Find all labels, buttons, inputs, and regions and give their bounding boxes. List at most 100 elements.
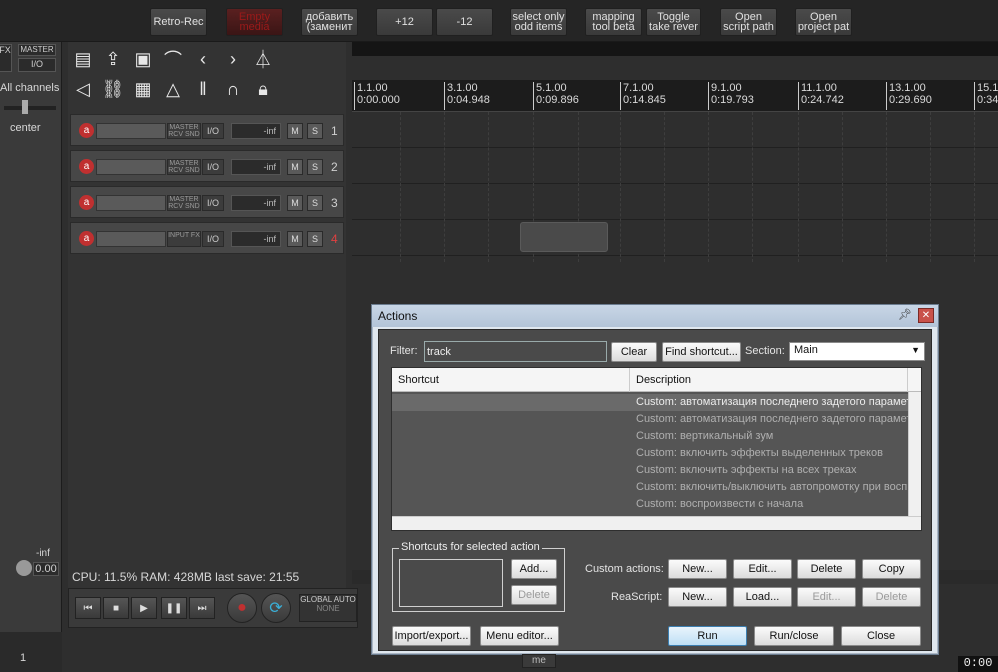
reascript-load-button[interactable]: Load... [733, 587, 792, 607]
shortcut-list[interactable] [399, 559, 503, 607]
toolbar-button-select-odd-items[interactable]: select only odd items [510, 8, 567, 36]
track-name-field[interactable] [96, 195, 166, 211]
go-to-start-button[interactable]: ⏮ [75, 597, 101, 619]
list-item[interactable]: Custom: автоматизация последнего задетог… [392, 411, 909, 428]
record-arm-button[interactable]: a [79, 231, 94, 246]
mute-button[interactable]: M [287, 231, 303, 247]
envelope-icon[interactable]: △ [160, 76, 186, 102]
track-io-button[interactable]: I/O [202, 195, 224, 211]
track-row[interactable]: a MASTER RCV SND I/O -inf M S 2 [70, 150, 344, 182]
toolbar-button-mapping-tool[interactable]: mapping tool beta [585, 8, 642, 36]
solo-button[interactable]: S [307, 123, 323, 139]
pin-icon[interactable]: 📌︎ [898, 308, 912, 322]
actions-list[interactable]: Shortcut Description Custom: автоматизац… [391, 367, 922, 531]
attach-icon[interactable]: ⌒ [160, 46, 186, 72]
play-button[interactable]: ▶ [131, 597, 157, 619]
track-name-field[interactable] [96, 159, 166, 175]
reascript-edit-button[interactable]: Edit... [797, 587, 856, 607]
toolbar-button-open-script-path[interactable]: Open script path [720, 8, 777, 36]
run-button[interactable]: Run [668, 626, 747, 646]
track-row[interactable]: a INPUT FX I/O -inf M S 4 [70, 222, 344, 254]
record-arm-button[interactable]: a [79, 159, 94, 174]
snap-icon[interactable]: ∩ [220, 76, 246, 102]
solo-button[interactable]: S [307, 231, 323, 247]
toolbar-button-toggle-take-reverse[interactable]: Toggle take rever [646, 8, 701, 36]
track-lane[interactable] [352, 184, 998, 220]
filter-input[interactable] [424, 341, 607, 362]
record-button[interactable]: ● [227, 593, 257, 623]
track-io-button[interactable]: I/O [202, 231, 224, 247]
list-item[interactable]: Custom: автоматизация последнего задетог… [392, 394, 909, 411]
stop-button[interactable]: ■ [103, 597, 129, 619]
select-tool-icon[interactable]: ◁ [70, 76, 96, 102]
mute-button[interactable]: M [287, 159, 303, 175]
delete-shortcut-button[interactable]: Delete [511, 585, 557, 605]
metronome-icon[interactable]: ⏃ [250, 46, 276, 72]
record-arm-button[interactable]: a [79, 195, 94, 210]
global-auto-panel[interactable]: GLOBAL AUTO NONE [299, 594, 357, 622]
list-vertical-scrollbar[interactable] [908, 392, 921, 516]
custom-copy-button[interactable]: Copy [862, 559, 921, 579]
track-row[interactable]: a MASTER RCV SND I/O -inf M S 3 [70, 186, 344, 218]
mute-button[interactable]: M [287, 195, 303, 211]
clear-button[interactable]: Clear [611, 342, 657, 362]
list-item[interactable]: Custom: воспроизвести с начала [392, 496, 909, 513]
track-io-button[interactable]: I/O [202, 159, 224, 175]
fx-button[interactable]: FX [0, 44, 12, 72]
list-item[interactable]: Custom: включить эффекты на всех треках [392, 462, 909, 479]
track-lane[interactable] [352, 112, 998, 148]
undo-icon[interactable]: ‹ [190, 46, 216, 72]
open-project-icon[interactable]: ⇪ [100, 46, 126, 72]
track-name-field[interactable] [96, 231, 166, 247]
timeline-ruler[interactable]: 1.1.00 0:00.000 3.1.00 0:04.948 5.1.00 0:09… [352, 80, 998, 112]
list-item[interactable]: Custom: включить эффекты выделенных трек… [392, 445, 909, 462]
reascript-new-button[interactable]: New... [668, 587, 727, 607]
run-close-button[interactable]: Run/close [754, 626, 834, 646]
toolbar-button-plus-12[interactable]: +12 [376, 8, 433, 36]
track-lane[interactable] [352, 220, 998, 256]
solo-button[interactable]: S [307, 195, 323, 211]
track-row[interactable]: a MASTER RCV SND I/O -inf M S 1 [70, 114, 344, 146]
pan-knob[interactable] [22, 100, 28, 114]
custom-edit-button[interactable]: Edit... [733, 559, 792, 579]
toolbar-button-empty-media[interactable]: Empty media [226, 8, 283, 36]
solo-button[interactable]: S [307, 159, 323, 175]
toolbar-button-retro-rec[interactable]: Retro-Rec [150, 8, 207, 36]
import-export-button[interactable]: Import/export... [392, 626, 471, 646]
column-description[interactable]: Description [630, 368, 908, 392]
menu-editor-button[interactable]: Menu editor... [480, 626, 559, 646]
close-icon[interactable]: ✕ [918, 308, 934, 323]
toolbar-button-minus-12[interactable]: -12 [436, 8, 493, 36]
lock-icon[interactable]: 🔒︎ [250, 76, 276, 102]
ripple-edit-icon[interactable]: ‖ [190, 76, 216, 102]
master-io-button[interactable]: I/O [18, 58, 56, 72]
record-arm-button[interactable]: a [79, 123, 94, 138]
link-icon[interactable]: ⛓ [100, 76, 126, 102]
list-item[interactable]: Custom: вертикальный зум [392, 428, 909, 445]
mute-button[interactable]: M [287, 123, 303, 139]
new-project-icon[interactable]: ▤ [70, 46, 96, 72]
custom-delete-button[interactable]: Delete [797, 559, 856, 579]
volume-knob[interactable] [16, 560, 32, 576]
grid-icon[interactable]: ▦ [130, 76, 156, 102]
go-to-end-button[interactable]: ⏭ [189, 597, 215, 619]
list-horizontal-scrollbar[interactable] [392, 516, 921, 530]
reascript-delete-button[interactable]: Delete [862, 587, 921, 607]
add-shortcut-button[interactable]: Add... [511, 559, 557, 579]
track-io-button[interactable]: I/O [202, 123, 224, 139]
list-item[interactable]: Custom: включить/выключить автопромотку … [392, 479, 909, 496]
repeat-button[interactable]: ⟳ [261, 593, 291, 623]
toolbar-button-open-project-path[interactable]: Open project pat [795, 8, 852, 36]
section-select[interactable]: Main ▼ [789, 342, 925, 361]
track-lane[interactable] [352, 148, 998, 184]
column-shortcut[interactable]: Shortcut [392, 368, 630, 392]
media-item[interactable] [520, 222, 608, 252]
redo-icon[interactable]: › [220, 46, 246, 72]
track-name-field[interactable] [96, 123, 166, 139]
custom-new-button[interactable]: New... [668, 559, 727, 579]
bottom-tab[interactable]: me [522, 654, 556, 668]
pause-button[interactable]: ❚❚ [161, 597, 187, 619]
save-project-icon[interactable]: ▣ [130, 46, 156, 72]
pan-slider[interactable] [4, 106, 56, 110]
find-shortcut-button[interactable]: Find shortcut... [662, 342, 741, 362]
